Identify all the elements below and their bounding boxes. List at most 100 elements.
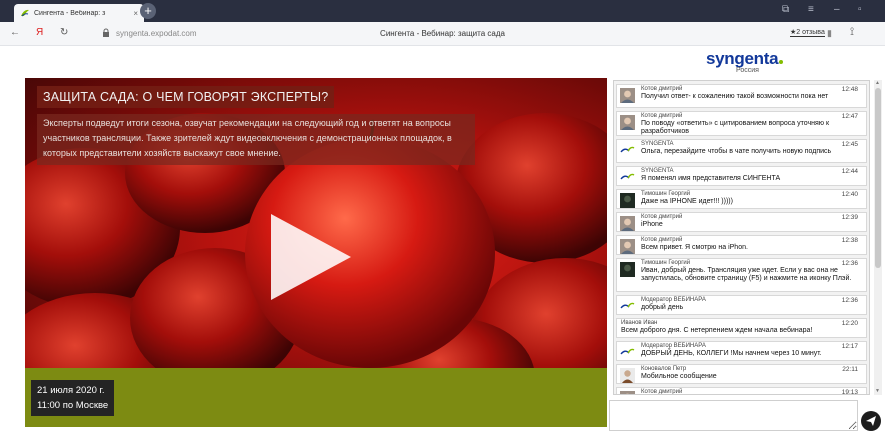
chat-input[interactable]	[609, 400, 858, 431]
user-avatar-icon	[620, 88, 635, 103]
message-text: Ольга, перезайдите чтобы в чате получить…	[641, 148, 832, 155]
play-icon[interactable]	[265, 212, 355, 302]
chat-message: Котов дмитрий 12:38 Всем привет. Я смотрю …	[616, 235, 867, 255]
chat-message: SYNGENTA 12:44 Я поменял имя представителя…	[616, 166, 867, 186]
message-text: ДОБРЫЙ ДЕНЬ, КОЛЛЕГИ !Мы начнем через 10…	[641, 350, 822, 357]
chat-message: Иванов Иван 12:20 Всем доброго дня. С нете…	[616, 318, 867, 338]
chat-panel[interactable]: Котов дмитрий 12:48 Получил ответ- к сожал…	[613, 80, 870, 395]
logo-region: Россия	[736, 67, 759, 74]
message-time: 12:44	[841, 168, 858, 175]
menu-icon[interactable]: ≡	[808, 4, 814, 15]
syngenta-logo-icon	[620, 146, 635, 153]
message-text: Я поменял имя представителя СИНГЕНТА	[641, 175, 781, 182]
url-field[interactable]: syngenta.expodat.com	[116, 29, 197, 38]
message-text: По поводу «ответить» с цитированием вопр…	[641, 120, 830, 135]
yandex-icon[interactable]: Я	[36, 27, 43, 38]
logo-text: syngenta	[706, 49, 779, 68]
user-avatar-icon	[620, 216, 635, 231]
lock-icon	[103, 28, 109, 37]
message-time: 12:45	[841, 141, 858, 148]
message-time: 12:47	[841, 113, 858, 120]
browser-tab-bar: Сингента - Вебинар: з × + ⧉ ≡ – ▫	[0, 0, 885, 22]
send-icon	[866, 416, 876, 426]
message-author: Тимошин Георгий	[641, 260, 691, 266]
video-description: Эксперты подведут итоги сезона, озвучат …	[37, 114, 475, 165]
chat-message: Котов дмитрий 12:48 Получил ответ- к сожал…	[616, 84, 867, 108]
extensions-icon[interactable]: ⟟	[850, 26, 854, 39]
chat-message: Модератор ВЕБИНАРА 12:17 ДОБРЫЙ ДЕНЬ, КОЛЛ…	[616, 341, 867, 361]
browser-tab[interactable]: Сингента - Вебинар: з ×	[14, 4, 144, 22]
chat-message: Тимошин Георгий 12:36 Иван, добрый день. Т…	[616, 258, 867, 292]
message-author: Модератор ВЕБИНАРА	[641, 343, 706, 349]
video-bottom-band: 21 июля 2020 г. 11:00 по Москве	[25, 368, 607, 427]
message-text: Всем привет. Я смотрю на iPhon.	[641, 244, 748, 251]
message-author: SYNGENTA	[641, 168, 674, 174]
message-text: Иван, добрый день. Трансляция уже идет. …	[641, 267, 852, 282]
message-time: 12:20	[841, 320, 858, 327]
user-avatar-icon	[620, 368, 635, 383]
syngenta-logo-icon	[620, 173, 635, 180]
back-arrow-icon[interactable]: ←	[10, 27, 20, 38]
message-time: 12:40	[841, 191, 858, 198]
chat-message: Тимошин Георгий 12:40 Даже на IPHONE идет!…	[616, 189, 867, 209]
bookmark-icon[interactable]: ▮	[827, 28, 832, 39]
new-tab-button[interactable]: +	[140, 3, 156, 19]
message-time: 19:13	[841, 389, 858, 395]
chat-scrollbar[interactable]: ▲ ▼	[874, 80, 882, 395]
maximize-icon[interactable]: ▫	[858, 4, 862, 15]
user-avatar-icon	[620, 391, 635, 394]
syngenta-logo[interactable]: syngenta Россия	[706, 49, 786, 77]
tabs-icon[interactable]: ⧉	[782, 4, 789, 15]
send-button[interactable]	[861, 411, 881, 431]
message-author: Котов дмитрий	[641, 113, 683, 119]
syngenta-favicon-icon	[21, 9, 29, 17]
tab-close-icon[interactable]: ×	[133, 9, 138, 18]
tab-title: Сингента - Вебинар: з	[34, 9, 106, 17]
message-time: 12:17	[841, 343, 858, 350]
message-author: Модератор ВЕБИНАРА	[641, 297, 706, 303]
message-text: Всем доброго дня. С нетерпением ждем нач…	[621, 327, 813, 334]
syngenta-logo-icon	[620, 348, 635, 355]
page-header: syngenta Россия	[0, 46, 885, 76]
message-text: iPhone	[641, 221, 663, 228]
minimize-icon[interactable]: –	[834, 4, 840, 15]
message-author: Иванов Иван	[621, 320, 658, 326]
message-text: Получил ответ- к сожалению такой возможн…	[641, 93, 829, 100]
message-time: 22:11	[842, 366, 858, 373]
message-author: SYNGENTA	[641, 141, 674, 147]
message-time: 12:36	[841, 260, 858, 267]
user-avatar-icon	[620, 262, 635, 277]
chat-message: Коновалов Петр 22:11 Мобильное сообщение	[616, 364, 867, 384]
message-time: 12:36	[841, 297, 858, 304]
scroll-up-icon[interactable]: ▲	[875, 80, 880, 86]
message-text: добрый день	[641, 304, 684, 311]
chat-message: Котов дмитрий 12:47 По поводу «ответить» с…	[616, 111, 867, 136]
message-author: Котов дмитрий	[641, 389, 683, 395]
chat-message: Модератор ВЕБИНАРА 12:36 добрый день	[616, 295, 867, 315]
message-time: 12:48	[841, 86, 858, 93]
message-author: Тимошин Георгий	[641, 191, 691, 197]
video-title: ЗАЩИТА САДА: О ЧЕМ ГОВОРЯТ ЭКСПЕРТЫ?	[37, 86, 335, 108]
message-author: Котов дмитрий	[641, 86, 683, 92]
event-date-box: 21 июля 2020 г. 11:00 по Москве	[31, 380, 115, 416]
logo-dot-icon	[779, 60, 784, 64]
scroll-down-icon[interactable]: ▼	[875, 388, 880, 394]
message-author: Коновалов Петр	[641, 366, 687, 372]
reload-icon[interactable]: ↻	[60, 27, 68, 38]
user-avatar-icon	[620, 239, 635, 254]
message-time: 12:39	[841, 214, 858, 221]
message-author: Котов дмитрий	[641, 214, 683, 220]
chat-message: Котов дмитрий 12:39 iPhone	[616, 212, 867, 232]
scroll-thumb[interactable]	[875, 88, 881, 268]
reviews-link[interactable]: ★2 отзыва	[790, 28, 825, 37]
chat-message: SYNGENTA 12:45 Ольга, перезайдите чтобы в …	[616, 139, 867, 163]
video-player[interactable]: ЗАЩИТА САДА: О ЧЕМ ГОВОРЯТ ЭКСПЕРТЫ? Экс…	[25, 78, 607, 427]
chat-message: Котов дмитрий19:13Проверка на IPAD - раб…	[616, 387, 867, 395]
user-avatar-icon	[620, 193, 635, 208]
message-text: Мобильное сообщение	[641, 373, 717, 380]
message-text: Даже на IPHONE идет!!! )))))	[641, 198, 733, 205]
address-bar: ← Я ↻ syngenta.expodat.com Сингента - Ве…	[0, 22, 885, 46]
event-date: 21 июля 2020 г.	[37, 385, 105, 396]
message-time: 12:38	[841, 237, 858, 244]
event-time: 11:00 по Москве	[37, 400, 109, 411]
